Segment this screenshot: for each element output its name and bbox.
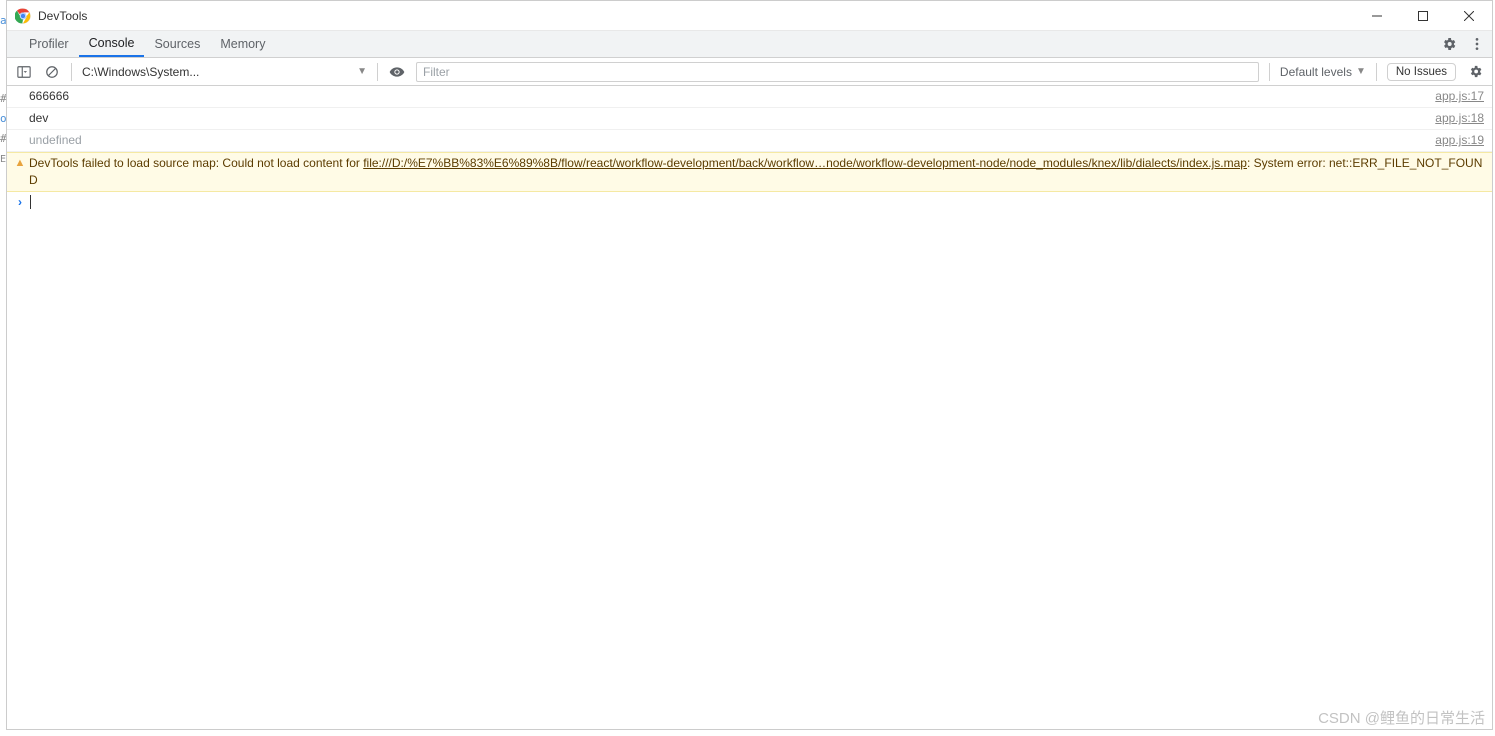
console-row-warning[interactable]: ▲ DevTools failed to load source map: Co… <box>7 152 1492 192</box>
console-row[interactable]: 666666 app.js:17 <box>7 86 1492 108</box>
panel-tabs: Profiler Console Sources Memory <box>7 31 1492 58</box>
filter-input[interactable] <box>416 62 1259 82</box>
issues-button[interactable]: No Issues <box>1387 63 1456 81</box>
minimize-button[interactable] <box>1354 1 1400 31</box>
context-label: C:\Windows\System... <box>82 65 351 79</box>
eye-icon[interactable] <box>388 63 406 81</box>
maximize-button[interactable] <box>1400 1 1446 31</box>
context-selector[interactable]: C:\Windows\System... ▼ <box>82 65 367 79</box>
console-row[interactable]: undefined app.js:19 <box>7 130 1492 152</box>
prompt-caret-icon: › <box>11 195 29 209</box>
chevron-down-icon: ▼ <box>357 66 367 77</box>
tab-sources[interactable]: Sources <box>144 31 210 57</box>
log-message: undefined <box>29 132 1425 149</box>
titlebar: DevTools <box>7 1 1492 31</box>
toggle-sidebar-icon[interactable] <box>15 63 33 81</box>
devtools-window: DevTools Profiler Console Sources Memory <box>6 0 1493 730</box>
watermark: CSDN @鲤鱼的日常生活 <box>1318 707 1485 728</box>
log-message: 666666 <box>29 88 1425 105</box>
separator <box>1269 63 1270 81</box>
log-levels-selector[interactable]: Default levels ▼ <box>1280 65 1366 79</box>
chrome-icon <box>15 8 31 24</box>
window-title: DevTools <box>38 9 1354 23</box>
clear-console-icon[interactable] <box>43 63 61 81</box>
console-output: 666666 app.js:17 dev app.js:18 undefined… <box>7 86 1492 729</box>
text-cursor <box>30 195 31 209</box>
log-message: dev <box>29 110 1425 127</box>
warning-message: DevTools failed to load source map: Coul… <box>29 155 1484 189</box>
chevron-down-icon: ▼ <box>1356 66 1366 77</box>
gear-icon[interactable] <box>1440 35 1458 53</box>
levels-label: Default levels <box>1280 65 1352 79</box>
warning-icon: ▲ <box>11 155 29 172</box>
close-button[interactable] <box>1446 1 1492 31</box>
separator <box>71 63 72 81</box>
source-link[interactable]: app.js:19 <box>1425 132 1484 149</box>
console-row[interactable]: dev app.js:18 <box>7 108 1492 130</box>
separator <box>1376 63 1377 81</box>
sourcemap-url-link[interactable]: file:///D:/%E7%BB%83%E6%89%8B/flow/react… <box>363 156 1247 170</box>
source-link[interactable]: app.js:18 <box>1425 110 1484 127</box>
kebab-icon[interactable] <box>1468 35 1486 53</box>
tab-profiler[interactable]: Profiler <box>19 31 79 57</box>
tab-console[interactable]: Console <box>79 31 145 57</box>
source-link[interactable]: app.js:17 <box>1425 88 1484 105</box>
separator <box>377 63 378 81</box>
tab-memory[interactable]: Memory <box>210 31 275 57</box>
console-prompt[interactable]: › <box>7 192 1492 212</box>
console-toolbar: C:\Windows\System... ▼ Default levels ▼ … <box>7 58 1492 86</box>
gear-icon[interactable] <box>1466 63 1484 81</box>
